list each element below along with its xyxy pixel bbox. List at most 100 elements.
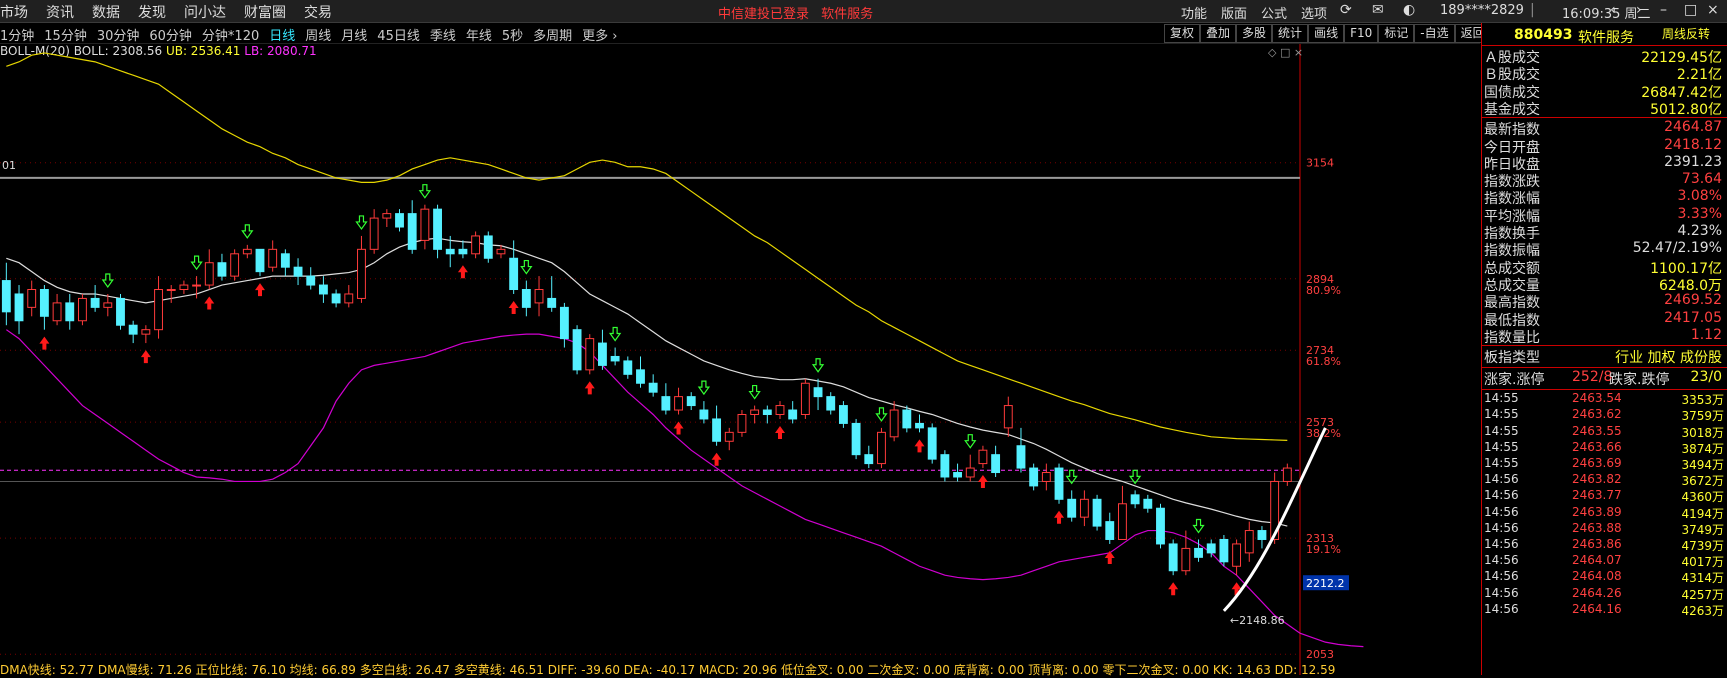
current-price-label: 2212.2 xyxy=(1306,577,1345,590)
summary-row-0: Ａ股成交 22129.45亿 xyxy=(1484,47,1726,66)
candle-body xyxy=(674,396,683,411)
sell-arrow-icon xyxy=(520,259,533,275)
candle-body xyxy=(141,329,151,335)
forward-icon[interactable]: › xyxy=(1636,2,1642,18)
buy-arrow-icon xyxy=(977,475,988,489)
kline-chart[interactable]: 3154289480.9%273461.8%257338.2%231319.1%… xyxy=(0,0,1480,675)
candle-body xyxy=(496,248,506,255)
tick-price: 2463.77 xyxy=(1572,488,1622,503)
tick-volume: 4314万 xyxy=(1681,571,1724,586)
buy-arrow-icon xyxy=(1168,582,1179,596)
candle-body xyxy=(192,284,202,287)
candle-body xyxy=(90,297,100,308)
sell-arrow-icon xyxy=(190,255,203,271)
candle-body xyxy=(724,431,734,442)
buy-arrow-icon xyxy=(1054,510,1065,524)
candle-body xyxy=(800,382,810,415)
candle-body xyxy=(1282,467,1292,482)
tick-time: 14:56 xyxy=(1484,472,1519,487)
tick-time: 14:56 xyxy=(1484,520,1519,535)
candle-body xyxy=(547,297,557,308)
quote-row-9: 总成交量 6248.0万 xyxy=(1484,275,1726,294)
tick-price: 2463.89 xyxy=(1572,504,1622,519)
tick-time: 14:56 xyxy=(1484,504,1519,519)
tick-price: 2463.88 xyxy=(1572,520,1622,535)
tick-volume: 3874万 xyxy=(1681,441,1724,456)
candle-body xyxy=(775,405,785,415)
candle-body xyxy=(661,396,671,411)
quote-row-12-value: 1.12 xyxy=(1690,326,1722,343)
candle-body xyxy=(762,409,772,415)
buy-arrow-icon xyxy=(204,296,215,310)
candle-body xyxy=(699,409,709,420)
sell-arrow-icon xyxy=(355,215,368,230)
buy-arrow-icon xyxy=(584,381,595,395)
candle-body xyxy=(889,409,899,438)
candle-body xyxy=(1041,472,1051,482)
quote-header: 880493 软件服务 周线反转 xyxy=(1482,23,1727,46)
price-axis-label: 3154 xyxy=(1306,157,1334,170)
close-icon[interactable]: × xyxy=(1707,2,1719,18)
tick-volume: 4257万 xyxy=(1681,587,1724,602)
tick-price: 2463.62 xyxy=(1572,407,1622,422)
up-count-value: 252/8 xyxy=(1572,369,1613,386)
tick-price: 2463.86 xyxy=(1572,536,1622,551)
sell-arrow-icon xyxy=(608,326,622,342)
buy-arrow-icon xyxy=(457,265,468,279)
candle-body xyxy=(407,213,417,250)
candle-body xyxy=(306,275,316,286)
panel-divider xyxy=(1482,345,1727,347)
candle-body xyxy=(572,329,582,371)
fib-label: 19.1% xyxy=(1306,543,1341,556)
back-icon[interactable]: ‹ xyxy=(1610,2,1616,18)
boll-lower-band xyxy=(5,329,1364,648)
candle-body xyxy=(1118,503,1127,540)
tick-row: 14:56 2464.16 4263万 xyxy=(1482,602,1727,620)
tick-time: 14:56 xyxy=(1484,601,1519,616)
tick-time: 14:56 xyxy=(1484,569,1519,584)
candle-body xyxy=(280,253,290,268)
summary-row-3-value: 5012.80亿 xyxy=(1650,101,1722,118)
quote-row-11-value: 2417.05 xyxy=(1664,309,1722,326)
candle-body xyxy=(52,302,62,322)
tick-volume: 4263万 xyxy=(1681,603,1724,618)
tick-time: 14:55 xyxy=(1484,391,1519,406)
candle-body xyxy=(103,302,113,308)
candle-body xyxy=(1168,543,1178,572)
candle-body xyxy=(357,248,366,299)
tick-price: 2463.66 xyxy=(1572,439,1622,454)
candle-body xyxy=(991,454,1001,474)
boll-mid-band xyxy=(6,237,1288,527)
buy-arrow-icon xyxy=(673,421,684,435)
price-axis-label: 2053 xyxy=(1306,648,1334,661)
candle-body xyxy=(813,387,823,398)
tick-price: 2464.08 xyxy=(1572,569,1622,584)
sell-arrow-icon xyxy=(418,184,432,199)
candle-body xyxy=(242,248,252,255)
candle-body xyxy=(1054,467,1064,500)
candle-body xyxy=(788,409,798,420)
quote-row-6: 指数换手 4.23% xyxy=(1484,223,1726,242)
candle-body xyxy=(445,248,455,255)
candle-body xyxy=(166,289,176,292)
tick-volume: 4017万 xyxy=(1681,555,1724,570)
candle-body xyxy=(1092,498,1102,527)
minimize-icon[interactable]: – xyxy=(1660,2,1667,18)
maximize-icon[interactable]: □ xyxy=(1684,2,1697,18)
sell-arrow-icon xyxy=(241,224,254,239)
summary-row-2: 国债成交 26847.42亿 xyxy=(1484,82,1726,101)
candle-body xyxy=(14,293,24,322)
candle-body xyxy=(1130,494,1140,505)
summary-row-3: 基金成交 5012.80亿 xyxy=(1484,99,1726,118)
tick-volume: 4739万 xyxy=(1681,538,1724,553)
candle-body xyxy=(1067,498,1077,518)
candle-body xyxy=(154,289,163,331)
summary-row-1: Ｂ股成交 2.21亿 xyxy=(1484,64,1726,83)
candle-body xyxy=(78,297,87,322)
tick-time: 14:56 xyxy=(1484,488,1519,503)
sell-arrow-icon xyxy=(875,407,888,422)
tick-price: 2463.54 xyxy=(1572,391,1622,406)
fib-label: 80.9% xyxy=(1306,284,1341,297)
tick-time: 14:56 xyxy=(1484,585,1519,600)
quote-row-6-value: 4.23% xyxy=(1677,223,1722,239)
